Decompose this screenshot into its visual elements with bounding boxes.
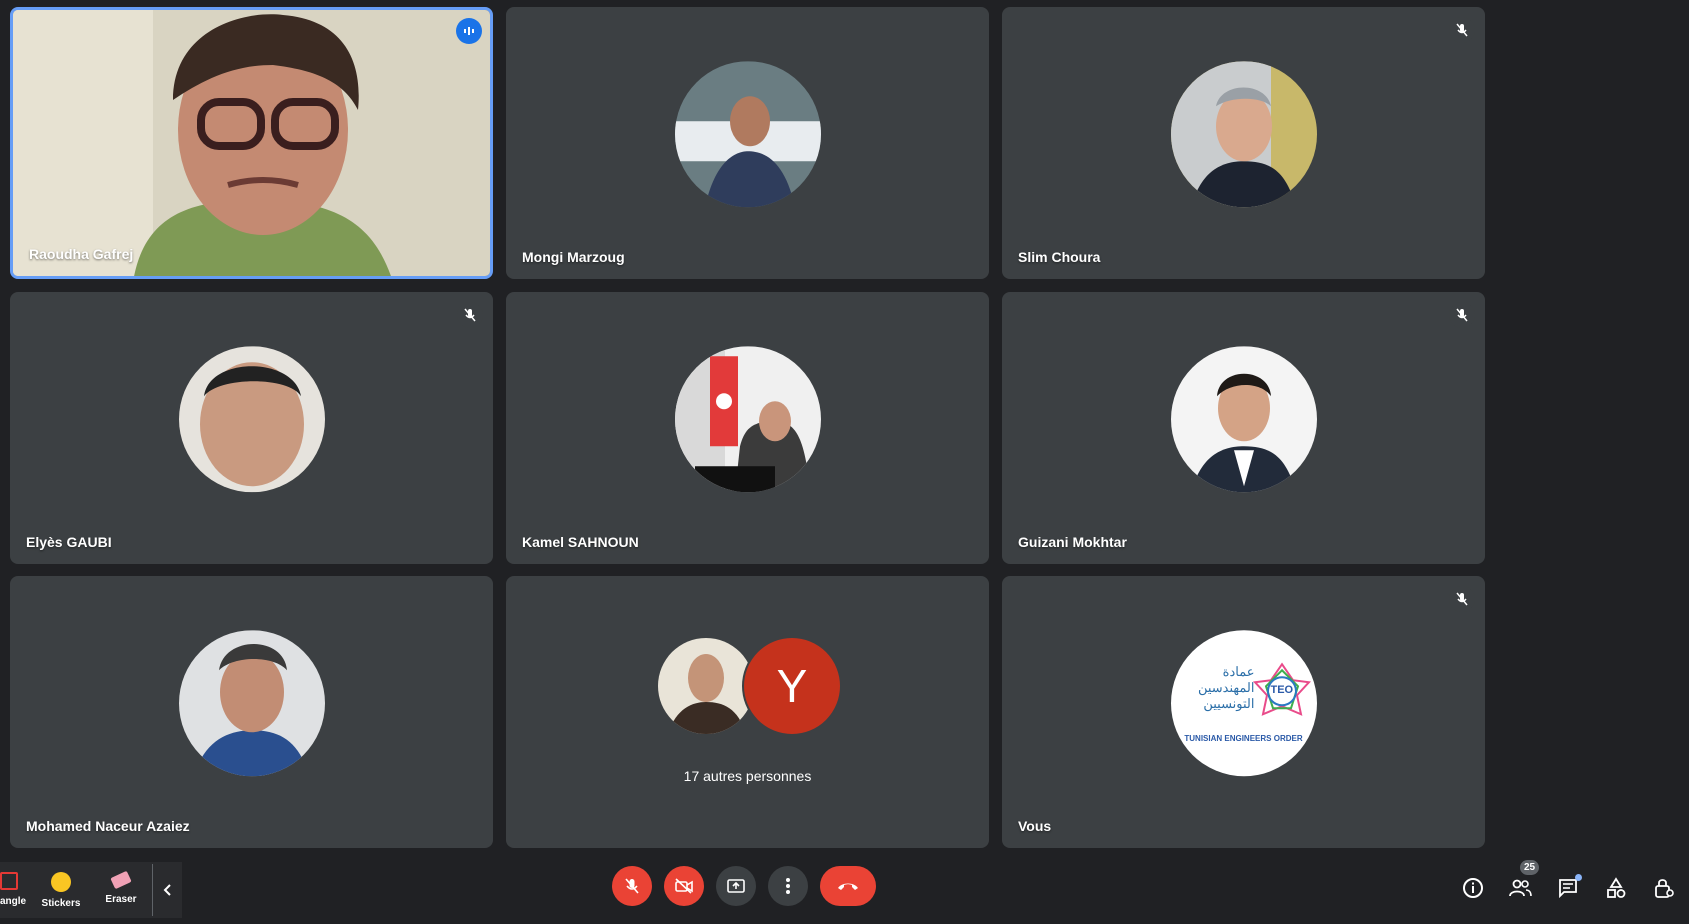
participant-tile-kamel[interactable]: Kamel SAHNOUN: [506, 292, 989, 564]
camera-toggle-button[interactable]: [664, 866, 704, 906]
present-button[interactable]: [716, 866, 756, 906]
info-icon: [1463, 878, 1483, 898]
stickers-tool[interactable]: Stickers: [33, 864, 89, 910]
participant-tile-others[interactable]: Y 17 autres personnes: [506, 576, 989, 848]
avatar: [1170, 61, 1317, 208]
chat-button[interactable]: [1552, 872, 1584, 904]
participant-name: Vous: [1018, 818, 1052, 834]
logo-arabic-line: التونسيين: [1203, 696, 1255, 712]
activities-button[interactable]: [1600, 872, 1632, 904]
mic-toggle-button[interactable]: [612, 866, 652, 906]
people-button[interactable]: 25: [1504, 860, 1540, 904]
speaking-indicator-icon: [456, 18, 482, 44]
logo-caption: TUNISIAN ENGINEERS ORDER: [1184, 734, 1303, 744]
lock-person-icon: [1655, 879, 1674, 898]
participant-tile-mongi[interactable]: Mongi Marzoug: [506, 7, 989, 279]
participant-name: Elyès GAUBI: [26, 534, 112, 550]
avatar-letter: Y: [776, 660, 808, 712]
eraser-icon: [110, 870, 132, 890]
more-options-button[interactable]: [768, 866, 808, 906]
participant-name: Guizani Mokhtar: [1018, 534, 1127, 550]
others-avatar-photo: [656, 636, 756, 736]
mic-off-icon: [1449, 302, 1475, 328]
activities-icon: [1607, 877, 1626, 898]
participant-tile-slim[interactable]: Slim Choura: [1002, 7, 1485, 279]
rectangle-icon: [0, 872, 18, 890]
sticker-icon: [51, 872, 71, 892]
tool-label: Stickers: [41, 898, 81, 909]
logo-arabic-line: عمادة: [1222, 664, 1255, 680]
logo-arabic-line: المهندسين: [1197, 680, 1255, 696]
avatar: [674, 346, 821, 493]
chevron-left-icon: [163, 884, 171, 896]
leave-call-button[interactable]: [820, 866, 876, 906]
more-vert-icon: [786, 878, 790, 894]
avatar: [1170, 346, 1317, 493]
avatar: [178, 346, 325, 493]
others-count-label: 17 autres personnes: [683, 768, 812, 784]
meeting-details-button[interactable]: [1457, 872, 1489, 904]
participant-tile-elyes[interactable]: Elyès GAUBI: [10, 292, 493, 564]
others-avatar-letter: Y: [742, 636, 842, 736]
participant-name: Slim Choura: [1018, 249, 1101, 265]
collapse-panel-button[interactable]: [152, 864, 183, 916]
chat-notification-dot: [1575, 874, 1582, 881]
present-screen-icon: [727, 879, 745, 893]
hang-up-icon: [838, 883, 858, 890]
participant-name: Mongi Marzoug: [522, 249, 625, 265]
host-controls-button[interactable]: [1648, 872, 1680, 904]
teo-logo: عمادة المهندسين التونسيين TEO TUNISIAN E…: [1170, 630, 1317, 777]
avatar: [674, 61, 821, 208]
avatar: [178, 630, 325, 777]
tool-label: Eraser: [105, 894, 137, 905]
participant-name: Raoudha Gafrej: [29, 246, 134, 262]
participant-tile-mohamed[interactable]: Mohamed Naceur Azaiez: [10, 576, 493, 848]
participant-tile-guizani[interactable]: Guizani Mokhtar: [1002, 292, 1485, 564]
participant-tile-raoudha[interactable]: Raoudha Gafrej: [10, 7, 493, 279]
mic-off-icon: [1449, 586, 1475, 612]
mic-off-icon: [1449, 17, 1475, 43]
participant-name: Mohamed Naceur Azaiez: [26, 818, 190, 834]
people-icon: [1509, 879, 1532, 897]
eraser-tool[interactable]: Eraser: [93, 864, 149, 910]
participant-tile-self[interactable]: عمادة المهندسين التونسيين TEO TUNISIAN E…: [1002, 576, 1485, 848]
participant-name: Kamel SAHNOUN: [522, 534, 639, 550]
participant-video: [13, 10, 490, 276]
mic-off-icon: [457, 302, 483, 328]
mic-off-icon: [625, 878, 639, 894]
logo-acronym: TEO: [1270, 684, 1294, 697]
camera-off-icon: [675, 878, 693, 894]
people-count-badge: 25: [1520, 860, 1540, 875]
